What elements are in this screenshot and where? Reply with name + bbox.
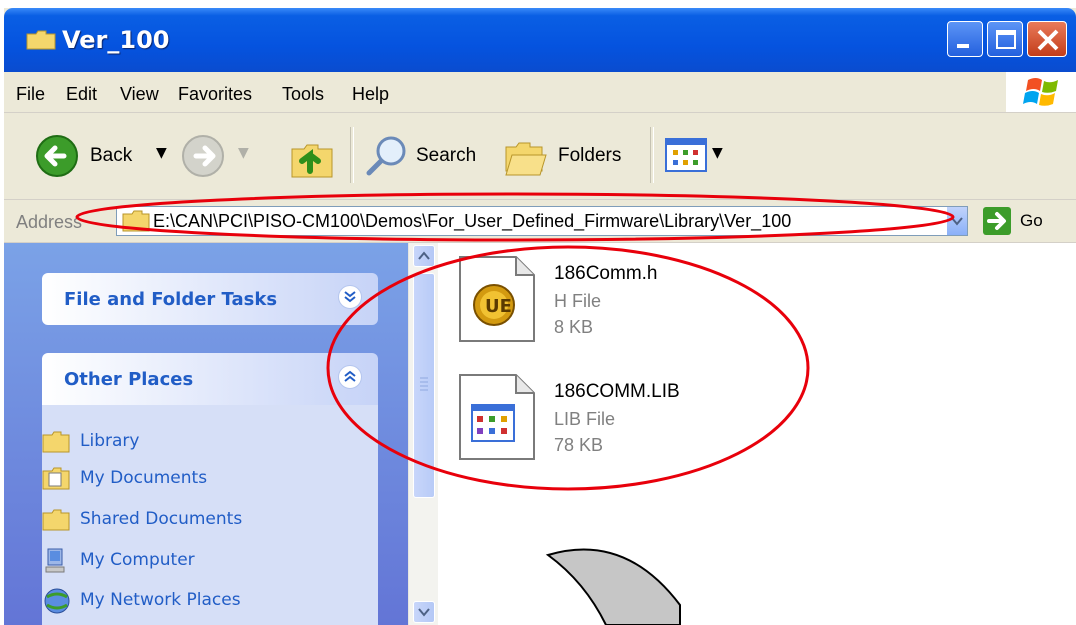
lib-file-icon <box>459 374 535 460</box>
scroll-down-button[interactable] <box>413 601 435 623</box>
menu-edit[interactable]: Edit <box>66 84 97 105</box>
go-label: Go <box>1020 211 1043 230</box>
back-label: Back <box>90 145 133 166</box>
toolbar: Back ▼ ▼ Search Folders ▼ <box>4 113 1076 200</box>
place-label: Library <box>80 431 140 451</box>
maximize-button[interactable] <box>987 21 1023 57</box>
close-button[interactable] <box>1027 21 1067 57</box>
views-icon <box>665 138 707 172</box>
search-label: Search <box>416 145 477 166</box>
arrow-up-icon <box>418 251 430 260</box>
up-folder-icon[interactable] <box>288 131 336 181</box>
forward-arrow-icon <box>182 135 224 177</box>
window-title: Ver_100 <box>62 26 170 54</box>
arrow-down-icon <box>418 608 430 617</box>
windows-logo <box>1006 72 1076 112</box>
scroll-thumb[interactable] <box>413 273 435 498</box>
file-folder-tasks-header[interactable]: File and Folder Tasks <box>42 273 378 325</box>
svg-text:UE: UE <box>485 296 512 317</box>
expand-button[interactable] <box>338 285 362 309</box>
address-label: Address <box>16 212 83 232</box>
menu-view[interactable]: View <box>120 84 159 105</box>
place-label: My Network Places <box>80 590 241 610</box>
file-size: 78 KB <box>554 435 604 455</box>
place-label: Shared Documents <box>80 509 243 529</box>
collapse-button[interactable] <box>338 365 362 389</box>
toolbar-separator <box>650 127 654 183</box>
search-icon <box>366 136 406 176</box>
forward-button[interactable]: ▼ <box>180 131 260 181</box>
place-label: My Computer <box>80 550 195 570</box>
grip-icon <box>420 377 428 391</box>
my-documents-icon <box>42 467 70 490</box>
folders-button[interactable]: Folders <box>502 131 642 181</box>
folders-label: Folders <box>558 145 622 166</box>
file-type: LIB File <box>554 409 616 429</box>
folder-icon <box>26 30 56 50</box>
ultraedit-icon: UE <box>459 256 535 342</box>
file-folder-tasks-title: File and Folder Tasks <box>64 289 278 310</box>
explorer-window: Ver_100 File Edit View Favorites Tools H… <box>4 8 1076 625</box>
file-size: 8 KB <box>554 317 594 337</box>
place-label: My Documents <box>80 468 208 488</box>
folder-icon <box>42 431 70 453</box>
network-places-icon <box>44 588 70 614</box>
address-path: E:\CAN\PCI\PISO-CM100\Demos\For_User_Def… <box>153 211 792 231</box>
file-name: 186Comm.h <box>554 263 658 284</box>
menu-help[interactable]: Help <box>352 84 389 105</box>
folders-icon <box>505 142 547 176</box>
views-dropdown-icon[interactable]: ▼ <box>712 145 723 161</box>
close-icon <box>1037 29 1059 51</box>
maximize-icon <box>996 30 1016 49</box>
file-list: UE 186Comm.h H File 8 KB 186COMM.LIB LIB… <box>438 243 1076 625</box>
windows-flag-icon <box>1023 78 1058 106</box>
scroll-up-button[interactable] <box>413 245 435 267</box>
task-pane: File and Folder Tasks Other Places Libra… <box>4 243 408 625</box>
address-bar: Address E:\CAN\PCI\PISO-CM100\Demos\For_… <box>4 200 1076 243</box>
back-dropdown-icon[interactable]: ▼ <box>156 145 167 161</box>
go-arrow-icon <box>983 207 1011 235</box>
other-places-title: Other Places <box>64 369 194 390</box>
minimize-button[interactable] <box>947 21 983 57</box>
menu-tools[interactable]: Tools <box>282 84 324 105</box>
go-button[interactable]: Go <box>982 206 1068 236</box>
chevron-up-icon <box>344 370 356 382</box>
file-item[interactable]: UE 186Comm.h H File 8 KB <box>458 255 718 351</box>
title-bar[interactable]: Ver_100 <box>4 8 1076 72</box>
views-button[interactable]: ▼ <box>664 135 734 177</box>
address-dropdown-button[interactable] <box>947 207 967 235</box>
forward-dropdown-icon[interactable]: ▼ <box>238 145 249 161</box>
my-computer-icon <box>45 548 65 573</box>
chevron-down-icon <box>344 291 356 303</box>
toolbar-separator <box>350 127 354 183</box>
minimize-icon <box>957 44 969 48</box>
shared-folder-icon <box>42 509 70 531</box>
file-item[interactable]: 186COMM.LIB LIB File 78 KB <box>458 373 718 469</box>
back-button[interactable]: Back ▼ <box>34 131 174 181</box>
chevron-down-icon <box>951 217 963 226</box>
menu-favorites[interactable]: Favorites <box>178 84 252 105</box>
other-places-header[interactable]: Other Places <box>42 353 378 405</box>
search-button[interactable]: Search <box>364 131 494 181</box>
vertical-scrollbar[interactable] <box>408 243 439 625</box>
back-arrow-icon <box>36 135 78 177</box>
menu-bar: File Edit View Favorites Tools Help <box>4 72 1076 113</box>
folder-icon <box>122 210 150 232</box>
address-input[interactable]: E:\CAN\PCI\PISO-CM100\Demos\For_User_Def… <box>116 206 968 236</box>
file-name: 186COMM.LIB <box>554 381 680 402</box>
menu-file[interactable]: File <box>16 84 45 105</box>
file-type: H File <box>554 291 602 311</box>
